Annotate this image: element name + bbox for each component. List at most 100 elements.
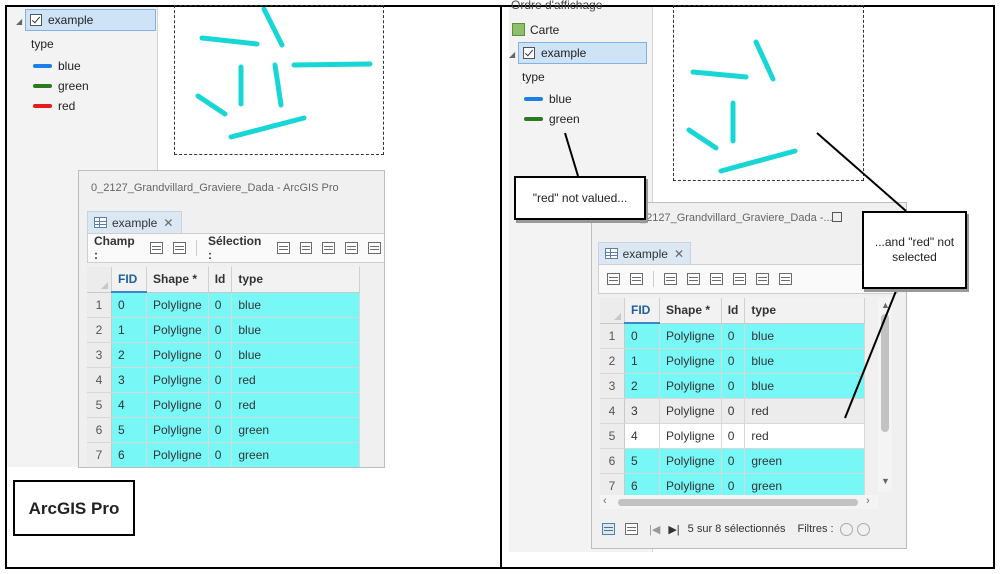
table-row[interactable]: 1 0 Polyligne 0 blue [600, 323, 866, 349]
expand-caret-icon[interactable]: ◢ [509, 50, 515, 59]
cell-shape[interactable]: Polyligne [659, 448, 722, 474]
cell-type[interactable]: red [744, 423, 866, 449]
clear-selection-icon[interactable] [345, 242, 359, 254]
cell-type[interactable]: red [231, 367, 361, 393]
tab-example[interactable]: example ✕ [87, 211, 182, 233]
row-number[interactable]: 1 [600, 323, 625, 349]
cell-fid[interactable]: 2 [624, 373, 660, 399]
switch-selection-icon[interactable] [710, 273, 723, 285]
scroll-thumb[interactable] [881, 314, 889, 432]
row-number[interactable]: 4 [600, 398, 625, 424]
map-label[interactable]: Carte [530, 23, 559, 37]
cell-shape[interactable]: Polyligne [659, 373, 722, 399]
select-by-attributes-icon[interactable] [664, 273, 677, 285]
table-row[interactable]: 7 6 Polyligne 0 green [87, 442, 361, 467]
cell-id[interactable]: 0 [208, 392, 233, 418]
tab-example[interactable]: example ✕ [598, 242, 691, 264]
cell-type[interactable]: blue [231, 342, 361, 368]
cell-shape[interactable]: Polyligne [146, 367, 209, 393]
cell-type[interactable]: blue [231, 292, 361, 318]
row-number[interactable]: 2 [600, 348, 625, 374]
cell-type[interactable]: red [744, 398, 866, 424]
close-icon[interactable]: ✕ [163, 216, 173, 230]
cell-id[interactable]: 0 [721, 348, 746, 374]
column-header-id[interactable]: Id [721, 298, 746, 324]
close-icon[interactable]: ✕ [674, 247, 684, 261]
calculate-field-icon[interactable] [630, 273, 643, 285]
maximize-icon[interactable] [832, 212, 842, 222]
cell-type[interactable]: blue [744, 373, 866, 399]
cell-fid[interactable]: 1 [624, 348, 660, 374]
zoom-to-selection-icon[interactable] [299, 242, 313, 254]
column-header-fid[interactable]: FID [111, 267, 147, 293]
cell-shape[interactable]: Polyligne [659, 398, 722, 424]
cell-fid[interactable]: 4 [624, 423, 660, 449]
last-record-icon[interactable]: ▶| [668, 523, 679, 536]
cell-id[interactable]: 0 [721, 398, 746, 424]
column-header-id[interactable]: Id [208, 267, 233, 293]
cell-fid[interactable]: 2 [111, 342, 147, 368]
table-row[interactable]: 4 3 Polyligne 0 red [600, 398, 866, 424]
cell-fid[interactable]: 6 [111, 442, 147, 467]
add-field-icon[interactable] [150, 242, 164, 254]
cell-type[interactable]: blue [744, 323, 866, 349]
cell-fid[interactable]: 5 [111, 417, 147, 443]
table-row[interactable]: 3 2 Polyligne 0 blue [87, 342, 361, 368]
column-header-type[interactable]: type [744, 298, 866, 324]
delete-selection-icon[interactable] [368, 242, 382, 254]
cell-id[interactable]: 0 [208, 317, 233, 343]
delete-selection-icon[interactable] [756, 273, 769, 285]
cell-id[interactable]: 0 [208, 417, 233, 443]
cell-fid[interactable]: 3 [624, 398, 660, 424]
table-row[interactable]: 2 1 Polyligne 0 blue [600, 348, 866, 374]
table-row[interactable]: 2 1 Polyligne 0 blue [87, 317, 361, 343]
cell-type[interactable]: red [231, 392, 361, 418]
cell-shape[interactable]: Polyligne [659, 423, 722, 449]
cell-shape[interactable]: Polyligne [146, 292, 209, 318]
cell-fid[interactable]: 0 [111, 292, 147, 318]
cell-id[interactable]: 0 [208, 342, 233, 368]
cell-type[interactable]: green [231, 442, 361, 467]
copy-selection-icon[interactable] [779, 273, 792, 285]
cell-fid[interactable]: 1 [111, 317, 147, 343]
cell-type[interactable]: green [744, 448, 866, 474]
row-number[interactable]: 1 [87, 292, 112, 318]
cell-type[interactable]: blue [231, 317, 361, 343]
left-map-view[interactable] [158, 5, 386, 182]
cell-id[interactable]: 0 [721, 323, 746, 349]
range-filter-icon[interactable] [856, 522, 870, 536]
scroll-right-icon[interactable]: › [866, 495, 870, 507]
first-record-icon[interactable]: |◀ [649, 523, 660, 536]
layer-visibility-checkbox[interactable] [523, 47, 535, 59]
cell-id[interactable]: 0 [208, 442, 233, 467]
cell-shape[interactable]: Polyligne [146, 417, 209, 443]
cell-fid[interactable]: 3 [111, 367, 147, 393]
table-row[interactable]: 5 4 Polyligne 0 red [87, 392, 361, 418]
cell-fid[interactable]: 5 [624, 448, 660, 474]
zoom-to-selection-icon[interactable] [687, 273, 700, 285]
cell-id[interactable]: 0 [208, 292, 233, 318]
scroll-left-icon[interactable]: ‹ [603, 495, 607, 507]
table-row[interactable]: 3 2 Polyligne 0 blue [600, 373, 866, 399]
cell-shape[interactable]: Polyligne [146, 442, 209, 467]
horizontal-scrollbar[interactable]: ‹ › [600, 495, 878, 509]
row-number[interactable]: 7 [87, 442, 112, 467]
row-number[interactable]: 3 [87, 342, 112, 368]
scroll-up-icon[interactable]: ▲ [881, 300, 890, 310]
cell-shape[interactable]: Polyligne [146, 342, 209, 368]
vertical-scrollbar[interactable]: ▲ ▼ [878, 298, 892, 492]
column-header-shape[interactable]: Shape * [659, 298, 722, 324]
cell-fid[interactable]: 0 [624, 323, 660, 349]
table-row[interactable]: 6 5 Polyligne 0 green [600, 448, 866, 474]
select-by-attributes-icon[interactable] [276, 242, 290, 254]
cell-id[interactable]: 0 [721, 423, 746, 449]
row-number[interactable]: 5 [87, 392, 112, 418]
scroll-down-icon[interactable]: ▼ [881, 476, 890, 486]
cell-shape[interactable]: Polyligne [659, 348, 722, 374]
table-row[interactable]: 1 0 Polyligne 0 blue [87, 292, 361, 318]
add-field-icon[interactable] [607, 273, 620, 285]
row-number[interactable]: 3 [600, 373, 625, 399]
column-header-shape[interactable]: Shape * [146, 267, 209, 293]
cell-id[interactable]: 0 [208, 367, 233, 393]
row-number[interactable]: 6 [600, 448, 625, 474]
